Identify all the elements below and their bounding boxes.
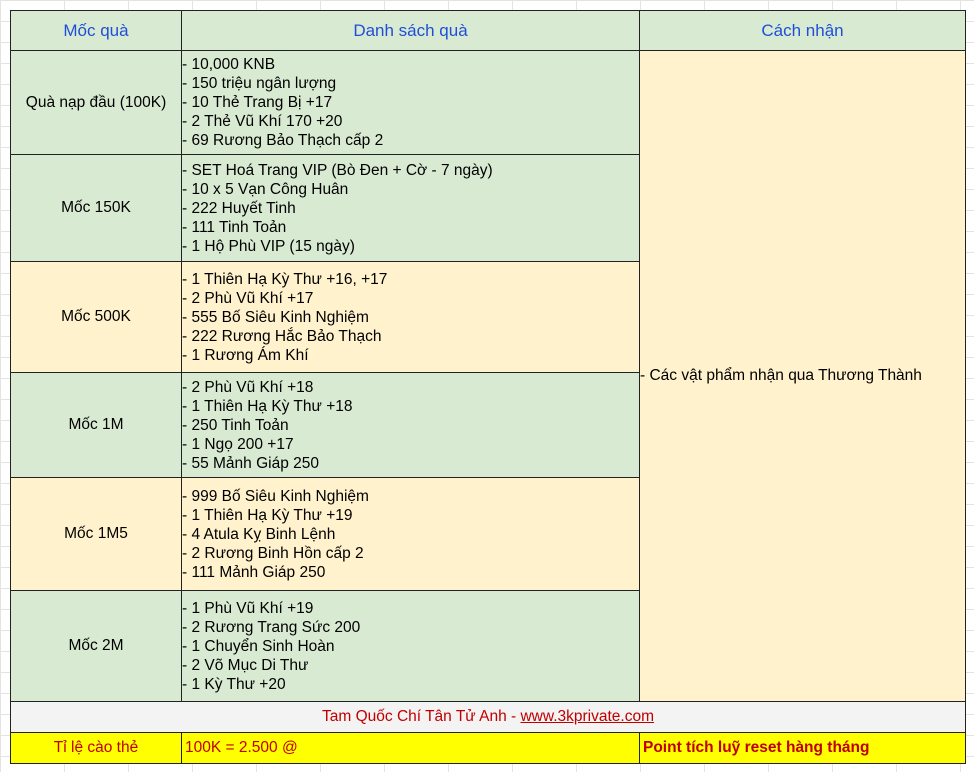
gift-list-cell[interactable]: - 1 Thiên Hạ Kỳ Thư +16, +17 - 2 Phù Vũ …: [181, 261, 640, 373]
gift-item: - 1 Ngọ 200 +17: [182, 435, 294, 453]
gift-item: - 1 Thiên Hạ Kỳ Thư +18: [182, 397, 353, 415]
header-tier[interactable]: Mốc quà: [10, 10, 182, 51]
gift-list-cell[interactable]: - 2 Phù Vũ Khí +18 - 1 Thiên Hạ Kỳ Thư +…: [181, 372, 640, 478]
gift-item: - 1 Chuyển Sinh Hoàn: [182, 637, 335, 655]
header-claim-method[interactable]: Cách nhận: [639, 10, 966, 51]
gift-item: - 111 Mảnh Giáp 250: [182, 563, 326, 581]
gift-list-cell[interactable]: - SET Hoá Trang VIP (Bò Đen + Cờ - 7 ngà…: [181, 154, 640, 262]
gift-item: - SET Hoá Trang VIP (Bò Đen + Cờ - 7 ngà…: [182, 161, 493, 179]
website-link[interactable]: www.3kprivate.com: [520, 708, 654, 725]
gift-item: - 2 Phù Vũ Khí +18: [182, 378, 314, 396]
gift-item: - 2 Phù Vũ Khí +17: [182, 289, 314, 307]
gift-list-cell[interactable]: - 1 Phù Vũ Khí +19 - 2 Rương Trang Sức 2…: [181, 590, 640, 702]
tier-label[interactable]: Mốc 1M5: [10, 477, 182, 591]
tier-label[interactable]: Mốc 1M: [10, 372, 182, 478]
tier-label[interactable]: Mốc 2M: [10, 590, 182, 702]
gift-item: - 1 Kỳ Thư +20: [182, 675, 286, 693]
gift-list-cell[interactable]: - 10,000 KNB - 150 triệu ngân lượng - 10…: [181, 50, 640, 155]
gift-item: - 222 Rương Hắc Bảo Thạch: [182, 327, 382, 345]
gift-item: - 2 Rương Binh Hồn cấp 2: [182, 544, 364, 562]
header-gift-list[interactable]: Danh sách quà: [181, 10, 640, 51]
rate-row: Tỉ lệ cào thẻ 100K = 2.500 @ Point tích …: [10, 732, 966, 764]
gift-item: - 10 Thẻ Trang Bị +17: [182, 94, 333, 111]
gift-item: - 10 x 5 Vạn Công Huân: [182, 180, 349, 198]
footer-cell[interactable]: Tam Quốc Chí Tân Tử Anh - www.3kprivate.…: [10, 701, 966, 733]
rate-label[interactable]: Tỉ lệ cào thẻ: [10, 732, 182, 764]
gift-item: - 55 Mảnh Giáp 250: [182, 454, 320, 472]
gift-item: - 10,000 KNB: [182, 56, 276, 73]
reset-note[interactable]: Point tích luỹ reset hàng tháng: [639, 732, 966, 764]
gift-item: - 2 Võ Mục Di Thư: [182, 656, 309, 674]
claim-method-cell[interactable]: - Các vật phẩm nhận qua Thương Thành: [639, 50, 966, 702]
gift-item: - 2 Thẻ Vũ Khí 170 +20: [182, 113, 343, 130]
gift-item: - 1 Phù Vũ Khí +19: [182, 599, 314, 617]
footer-row: Tam Quốc Chí Tân Tử Anh - www.3kprivate.…: [10, 701, 966, 733]
gift-item: - 4 Atula Kỵ Binh Lệnh: [182, 525, 336, 543]
table-row: Quà nạp đầu (100K) - 10,000 KNB - 150 tr…: [10, 50, 966, 702]
gift-table: Mốc quà Danh sách quà Cách nhận Quà nạp …: [10, 10, 966, 764]
gift-item: - 555 Bố Siêu Kinh Nghiệm: [182, 308, 369, 326]
gift-item: - 69 Rương Bảo Thạch cấp 2: [182, 132, 384, 149]
gift-item: - 1 Thiên Hạ Kỳ Thư +16, +17: [182, 270, 388, 288]
header-row: Mốc quà Danh sách quà Cách nhận: [10, 10, 966, 51]
gift-item: - 2 Rương Trang Sức 200: [182, 618, 361, 636]
gift-item: - 1 Rương Ám Khí: [182, 346, 309, 364]
gift-item: - 222 Huyết Tinh: [182, 199, 296, 217]
gift-item: - 1 Hộ Phù VIP (15 ngày): [182, 237, 355, 255]
tier-label[interactable]: Mốc 150K: [10, 154, 182, 262]
gift-item: - 150 triệu ngân lượng: [182, 75, 337, 92]
gift-item: - 1 Thiên Hạ Kỳ Thư +19: [182, 506, 353, 524]
gift-item: - 250 Tinh Toản: [182, 416, 289, 434]
tier-label[interactable]: Quà nạp đầu (100K): [10, 50, 182, 155]
gift-item: - 999 Bố Siêu Kinh Nghiệm: [182, 487, 369, 505]
footer-text: Tam Quốc Chí Tân Tử Anh -: [322, 708, 521, 725]
rate-value[interactable]: 100K = 2.500 @: [181, 732, 640, 764]
tier-label[interactable]: Mốc 500K: [10, 261, 182, 373]
gift-item: - 111 Tinh Toản: [182, 218, 287, 236]
gift-list-cell[interactable]: - 999 Bố Siêu Kinh Nghiệm - 1 Thiên Hạ K…: [181, 477, 640, 591]
